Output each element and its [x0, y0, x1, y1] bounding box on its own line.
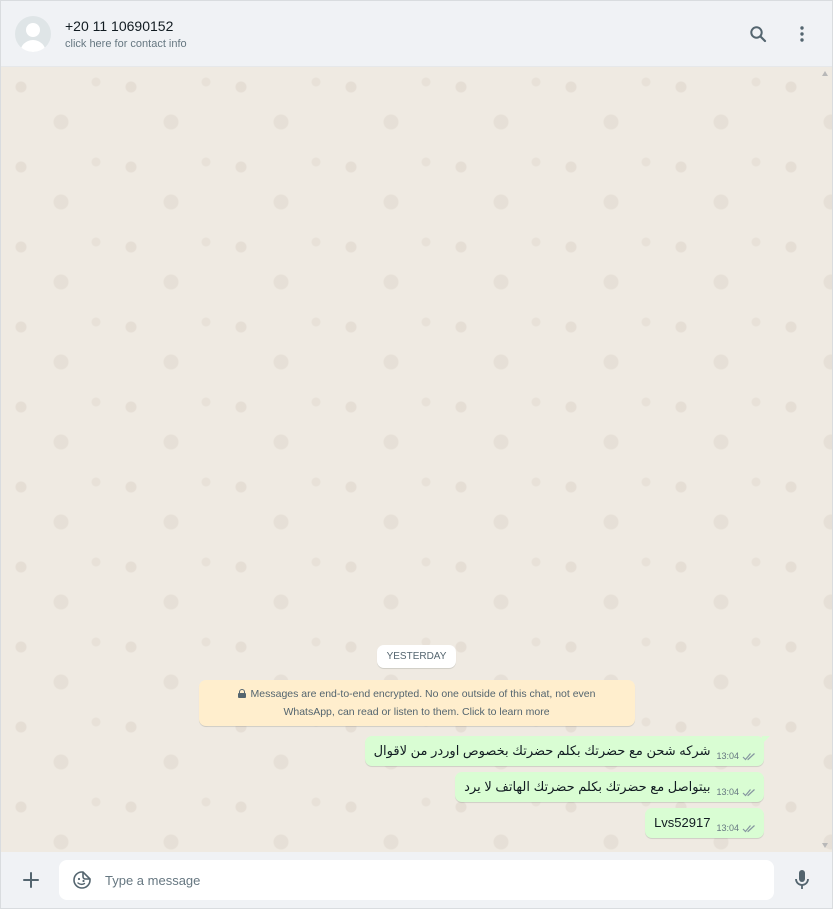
double-check-icon	[742, 788, 756, 797]
message-meta: 13:04	[716, 787, 756, 797]
message-text: بيتواصل مع حضرتك بكلم حضرتك الهاتف لا ير…	[464, 779, 711, 794]
outgoing-messages: شركه شحن مع حضرتك بكلم حضرتك بخصوص اوردر…	[1, 736, 832, 838]
sticker-icon	[73, 871, 91, 889]
message-list: YESTERDAY Messages are end-to-end encryp…	[1, 645, 832, 838]
encryption-notice-line2: WhatsApp, can read or listen to them. Cl…	[283, 706, 550, 718]
encryption-notice-line1: Messages are end-to-end encrypted. No on…	[250, 688, 596, 700]
double-check-icon	[742, 752, 756, 761]
message-text: Lvs52917	[654, 815, 711, 830]
message-input[interactable]	[105, 872, 762, 888]
message-meta: 13:04	[716, 823, 756, 833]
search-button[interactable]	[742, 18, 774, 50]
message-time: 13:04	[716, 823, 739, 833]
double-check-icon	[742, 824, 756, 833]
contact-info[interactable]: +20 11 10690152 click here for contact i…	[65, 17, 742, 51]
lock-icon	[237, 689, 246, 698]
message-time: 13:04	[716, 787, 739, 797]
contact-name[interactable]: +20 11 10690152	[65, 17, 742, 35]
scroll-down-arrow[interactable]	[822, 843, 828, 848]
voice-message-button[interactable]	[786, 864, 818, 896]
chat-panel[interactable]: YESTERDAY Messages are end-to-end encryp…	[1, 67, 832, 852]
message-time: 13:04	[716, 751, 739, 761]
sticker-button[interactable]	[71, 869, 93, 891]
message-input-wrapper[interactable]	[59, 860, 774, 900]
encryption-notice[interactable]: Messages are end-to-end encrypted. No on…	[198, 680, 635, 726]
default-avatar-icon	[26, 22, 40, 37]
outgoing-message[interactable]: بيتواصل مع حضرتك بكلم حضرتك الهاتف لا ير…	[455, 772, 764, 802]
search-icon	[750, 25, 767, 42]
outgoing-message[interactable]: Lvs52917 13:04	[645, 808, 764, 838]
plus-icon	[23, 872, 39, 888]
contact-subtitle[interactable]: click here for contact info	[65, 37, 742, 51]
header-actions	[742, 18, 818, 50]
outgoing-message[interactable]: شركه شحن مع حضرتك بكلم حضرتك بخصوص اوردر…	[364, 736, 771, 766]
message-meta: 13:04	[716, 751, 756, 761]
microphone-icon	[795, 870, 809, 889]
kebab-menu-icon	[800, 25, 804, 42]
chat-header: +20 11 10690152 click here for contact i…	[1, 1, 832, 67]
message-text: شركه شحن مع حضرتك بكلم حضرتك بخصوص اوردر…	[373, 743, 711, 758]
contact-avatar[interactable]	[15, 15, 51, 52]
scroll-up-arrow[interactable]	[822, 71, 828, 76]
message-composer	[1, 852, 832, 908]
date-separator: YESTERDAY	[376, 645, 457, 668]
attach-button[interactable]	[15, 864, 47, 896]
whatsapp-chat-window: +20 11 10690152 click here for contact i…	[0, 0, 833, 909]
menu-button[interactable]	[786, 18, 818, 50]
